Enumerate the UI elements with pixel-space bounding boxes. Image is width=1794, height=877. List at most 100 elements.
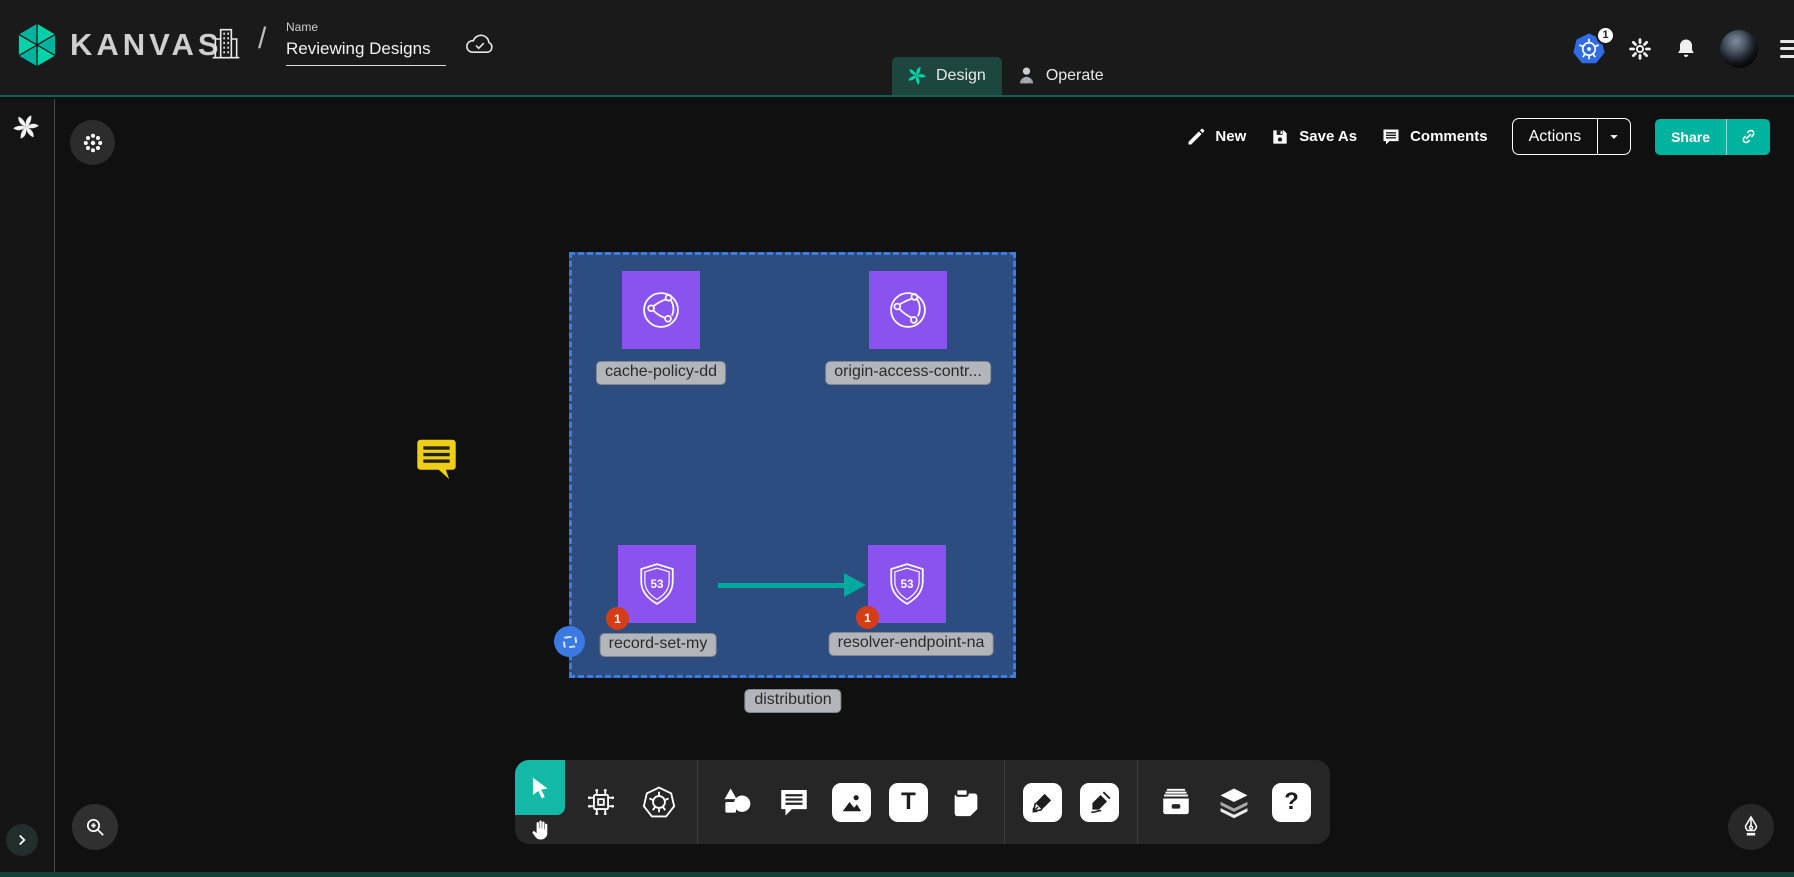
design-name-block: Name — [286, 20, 448, 66]
actions-label[interactable]: Actions — [1513, 119, 1597, 154]
image-icon — [839, 789, 865, 815]
node-error-badge[interactable]: 1 — [606, 607, 629, 630]
route53-number: 53 — [651, 578, 664, 591]
toolbar-divider — [697, 760, 698, 844]
image-tool[interactable] — [832, 783, 871, 822]
drawer-tool[interactable] — [1156, 782, 1196, 822]
actions-split-button[interactable]: Actions — [1512, 118, 1631, 155]
tab-operate-label: Operate — [1046, 67, 1104, 85]
node-record-set[interactable]: 53 — [618, 545, 696, 623]
notifications-bell-icon[interactable] — [1674, 37, 1698, 61]
route53-shield-icon: 53 — [879, 556, 935, 612]
chip-icon — [584, 785, 618, 819]
header-right-actions: 1 — [1572, 0, 1784, 97]
pan-tool[interactable] — [515, 815, 565, 844]
kubernetes-tool[interactable] — [639, 782, 679, 822]
help-tool[interactable]: ? — [1272, 783, 1311, 822]
comment-bubble-icon — [777, 785, 811, 819]
zoom-in-button[interactable] — [72, 804, 118, 850]
pen-nib-icon — [1739, 815, 1763, 839]
comments-label: Comments — [1410, 128, 1488, 145]
components-tool[interactable] — [581, 782, 621, 822]
tab-design[interactable]: Design — [892, 57, 1002, 95]
select-tool[interactable] — [515, 760, 565, 815]
operate-person-icon — [1016, 65, 1037, 86]
organization-icon[interactable] — [210, 24, 242, 62]
canvas-action-row: New Save As Comments Actions — [1186, 118, 1770, 155]
layers-icon — [1217, 785, 1251, 819]
cloudfront-globe-icon — [633, 282, 689, 338]
help-tool-glyph: ? — [1284, 790, 1299, 814]
shapes-tool[interactable] — [716, 782, 756, 822]
comment-tool[interactable] — [774, 782, 814, 822]
node-label[interactable]: record-set-my — [600, 633, 717, 657]
new-button[interactable]: New — [1186, 127, 1246, 147]
meshery-swirl-icon[interactable] — [12, 113, 40, 141]
toolbar-divider — [1004, 760, 1005, 844]
footer-accent-strip — [0, 872, 1794, 877]
kubernetes-context-badge: 1 — [1596, 26, 1615, 45]
freehand-draw-tool[interactable] — [1080, 783, 1119, 822]
bottom-toolbar: T — [515, 760, 1330, 844]
design-name-input[interactable] — [286, 37, 446, 66]
kanvas-logo-icon — [14, 20, 60, 70]
node-label[interactable]: cache-policy-dd — [596, 361, 726, 385]
link-icon — [1739, 127, 1758, 146]
breadcrumb-separator: / — [258, 22, 266, 56]
dashed-square-icon — [562, 635, 577, 648]
tab-operate[interactable]: Operate — [1002, 57, 1120, 95]
save-as-label: Save As — [1299, 128, 1357, 145]
cloud-saved-icon — [464, 30, 496, 56]
kanvas-app: KANVAS / Name — [0, 0, 1794, 877]
tab-design-label: Design — [936, 67, 986, 85]
text-tool-glyph: T — [901, 790, 916, 814]
shapes-icon — [719, 785, 753, 819]
settings-gear-icon[interactable] — [1628, 37, 1652, 61]
sticky-note-icon — [949, 785, 983, 819]
share-label[interactable]: Share — [1655, 119, 1726, 155]
user-avatar[interactable] — [1720, 30, 1758, 68]
text-tool[interactable]: T — [889, 783, 928, 822]
share-button[interactable]: Share — [1655, 119, 1770, 155]
node-error-badge[interactable]: 1 — [856, 606, 879, 629]
canvas-widgets-button[interactable] — [70, 120, 115, 165]
pencil-scribble-icon — [1087, 789, 1113, 815]
design-swirl-icon — [906, 65, 927, 86]
edge-pen-tool[interactable] — [1023, 783, 1062, 822]
copy-link-button[interactable] — [1726, 119, 1770, 155]
node-resolver-endpoint[interactable]: 53 — [868, 545, 946, 623]
selected-group-distribution[interactable]: 53 53 cache-policy-dd origin-access-cont… — [569, 252, 1016, 678]
kubernetes-context-button[interactable]: 1 — [1572, 32, 1606, 66]
node-label[interactable]: resolver-endpoint-na — [829, 632, 994, 656]
group-label-distribution[interactable]: distribution — [744, 689, 841, 713]
magnifier-plus-icon — [83, 815, 107, 839]
canvas-comment-marker[interactable] — [414, 436, 459, 481]
pen-arrow-icon — [1030, 789, 1056, 815]
node-origin-access[interactable] — [869, 271, 947, 349]
new-label: New — [1215, 128, 1246, 145]
save-as-button[interactable]: Save As — [1270, 127, 1357, 147]
layers-tool[interactable] — [1214, 782, 1254, 822]
design-canvas[interactable]: 53 53 cache-policy-dd origin-access-cont… — [56, 99, 1794, 872]
route53-shield-icon: 53 — [629, 556, 685, 612]
route53-number: 53 — [901, 578, 914, 591]
node-label[interactable]: origin-access-contr... — [825, 361, 991, 385]
kanvas-logo[interactable]: KANVAS — [14, 20, 223, 70]
archive-drawer-icon — [1159, 785, 1193, 819]
group-side-handle[interactable] — [554, 626, 585, 657]
whiteboard-pen-button[interactable] — [1728, 804, 1774, 850]
comments-button[interactable]: Comments — [1381, 127, 1488, 147]
kubernetes-wheel-icon — [642, 785, 676, 819]
design-name-label: Name — [286, 20, 448, 34]
menu-hamburger-icon[interactable] — [1780, 40, 1794, 58]
flower-icon — [81, 131, 105, 155]
chevron-right-icon — [13, 831, 31, 849]
sidebar-expand-button[interactable] — [6, 824, 38, 856]
note-tool[interactable] — [946, 782, 986, 822]
actions-dropdown-caret[interactable] — [1597, 119, 1630, 154]
edge-record-to-resolver[interactable] — [718, 583, 848, 588]
toolbar-items: T — [565, 760, 1311, 844]
comments-icon — [1381, 127, 1401, 147]
node-cache-policy[interactable] — [622, 271, 700, 349]
mode-tabs: Design Operate — [892, 55, 1120, 95]
